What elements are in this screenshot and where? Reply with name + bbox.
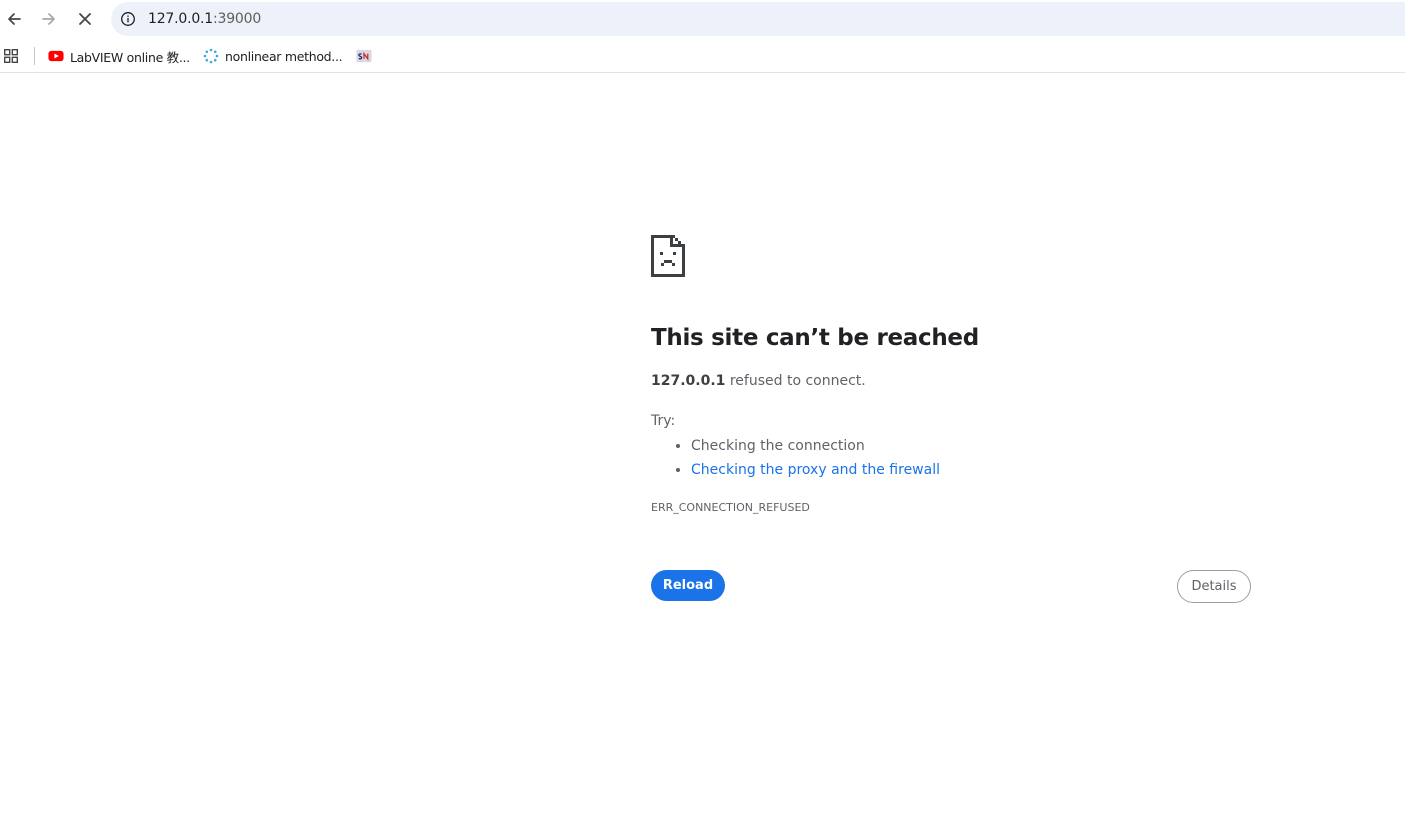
try-label: Try: bbox=[651, 413, 676, 429]
sad-document-icon bbox=[651, 235, 685, 277]
youtube-icon bbox=[48, 48, 64, 64]
close-icon bbox=[79, 13, 91, 25]
error-summary-text: refused to connect. bbox=[725, 373, 866, 389]
error-code: ERR_CONNECTION_REFUSED bbox=[651, 501, 810, 514]
error-summary: 127.0.0.1 refused to connect. bbox=[651, 373, 866, 389]
bookmark-sn[interactable] bbox=[356, 45, 378, 67]
url-host: 127.0.0.1 bbox=[148, 11, 213, 27]
suggestion-check-proxy-link[interactable]: Checking the proxy and the firewall bbox=[691, 462, 940, 478]
suggestion-item: Checking the proxy and the firewall bbox=[691, 458, 940, 482]
bookmarks-separator bbox=[34, 47, 35, 65]
loading-spinner-icon bbox=[203, 48, 219, 64]
bookmark-nonlinear[interactable]: nonlinear method... bbox=[203, 45, 343, 67]
bookmark-label: nonlinear method... bbox=[225, 48, 343, 64]
url-text[interactable]: 127.0.0.1:39000 bbox=[148, 11, 261, 27]
details-button[interactable]: Details bbox=[1177, 570, 1251, 603]
address-bar[interactable]: 127.0.0.1:39000 bbox=[111, 2, 1405, 36]
reload-button[interactable]: Reload bbox=[651, 570, 725, 601]
url-port: :39000 bbox=[213, 11, 262, 27]
bookmarks-bar: LabVIEW online 教... nonlinear method... bbox=[0, 40, 1405, 73]
info-icon[interactable] bbox=[120, 11, 136, 27]
arrow-left-icon bbox=[8, 13, 21, 25]
back-button[interactable] bbox=[0, 5, 28, 33]
apps-grid-icon[interactable] bbox=[4, 49, 18, 63]
stop-button[interactable] bbox=[71, 5, 99, 33]
suggestion-check-connection: Checking the connection bbox=[691, 438, 865, 454]
sn-logo-icon bbox=[356, 48, 372, 64]
suggestions-list: Checking the connection Checking the pro… bbox=[651, 434, 940, 482]
suggestion-item: Checking the connection bbox=[691, 434, 940, 458]
browser-toolbar: 127.0.0.1:39000 bbox=[0, 0, 1405, 38]
error-host: 127.0.0.1 bbox=[651, 373, 726, 389]
bookmark-labview[interactable]: LabVIEW online 教... bbox=[48, 45, 190, 67]
arrow-right-icon bbox=[42, 13, 55, 25]
bookmark-label: LabVIEW online 教... bbox=[70, 49, 190, 65]
forward-button[interactable] bbox=[35, 5, 63, 33]
page-title: This site can’t be reached bbox=[651, 325, 979, 351]
